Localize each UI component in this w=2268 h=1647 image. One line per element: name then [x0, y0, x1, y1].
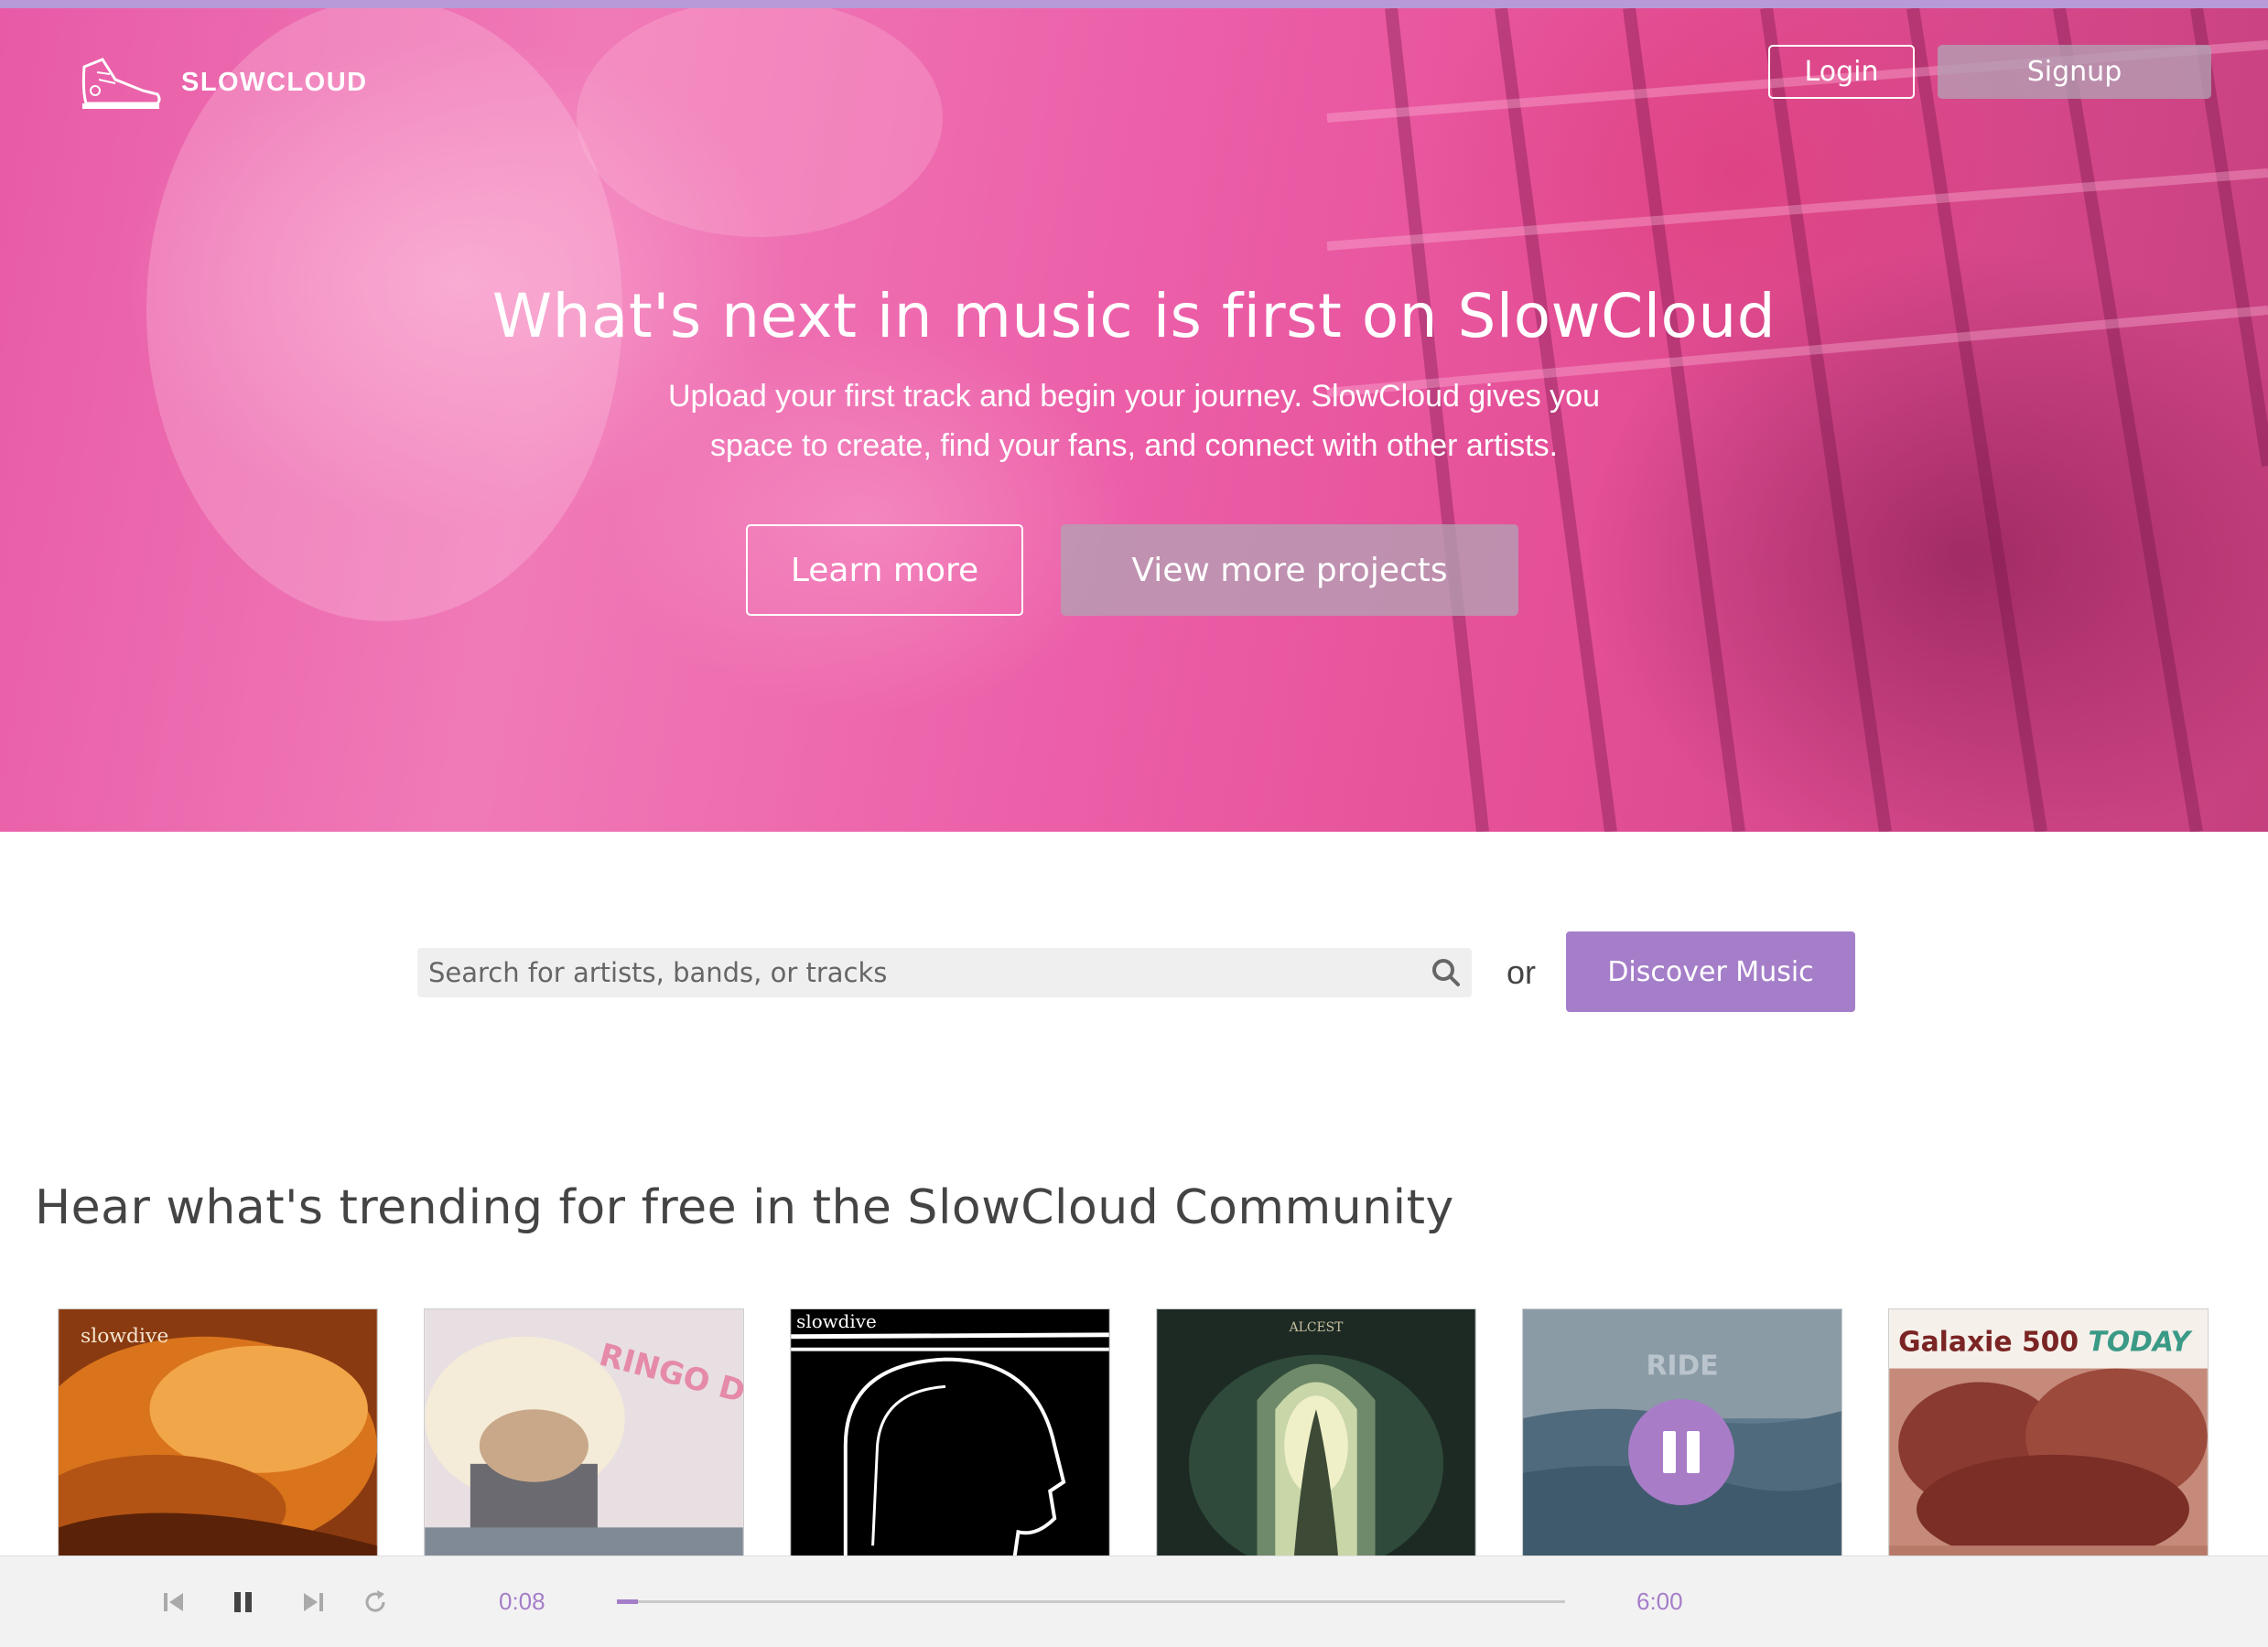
album-cover-slowdive[interactable]: slowdive — [790, 1308, 1110, 1574]
album-cover-slowdive-souvlaki[interactable]: slowdive — [58, 1308, 378, 1574]
album-cover-text: slowdive — [796, 1311, 877, 1332]
learn-more-button[interactable]: Learn more — [746, 524, 1023, 616]
brand-name: SLOWCLOUD — [181, 67, 368, 97]
album-cover-text: RIDE — [1646, 1351, 1718, 1383]
login-button[interactable]: Login — [1768, 45, 1915, 99]
signup-button[interactable]: Signup — [1938, 45, 2211, 99]
search-bar — [417, 947, 1472, 998]
hero-title: What's next in music is first on SlowClo… — [491, 281, 1777, 351]
pause-icon[interactable] — [227, 1556, 260, 1647]
album-cover-colour-trip[interactable]: RINGO DEATHSTARR COLOUR TRIP — [424, 1308, 744, 1574]
hero-banner: SLOWCLOUD Login Signup What's next in mu… — [0, 8, 2268, 832]
discover-music-button[interactable]: Discover Music — [1566, 931, 1855, 1012]
hero-subtitle-line-2: space to create, find your fans, and con… — [709, 428, 1559, 463]
progress-fill — [617, 1599, 638, 1604]
pause-icon[interactable] — [1628, 1399, 1734, 1505]
trending-section-title: Hear what's trending for free in the Slo… — [35, 1180, 1454, 1235]
progress-bar[interactable] — [617, 1599, 1565, 1604]
brand-logo[interactable]: SLOWCLOUD — [79, 54, 368, 111]
hero-subtitle: Upload your first track and begin your j… — [585, 371, 1683, 470]
album-cover-alcest[interactable]: ALCEST — [1156, 1308, 1476, 1574]
or-separator: or — [1507, 953, 1537, 991]
album-cover-galaxie-500-today[interactable]: Galaxie 500 TODAY — [1888, 1308, 2209, 1574]
search-icon[interactable] — [1430, 956, 1463, 989]
album-cover-text: Galaxie 500 — [1898, 1327, 2079, 1359]
next-track-icon[interactable] — [297, 1556, 329, 1647]
current-time: 0:08 — [499, 1588, 545, 1615]
search-input[interactable] — [417, 947, 1430, 998]
album-cover-text: slowdive — [81, 1325, 168, 1348]
top-accent-bar — [0, 0, 2268, 8]
previous-track-icon[interactable] — [157, 1556, 190, 1647]
album-cover-ride-nowhere[interactable]: RIDE — [1522, 1308, 1842, 1574]
repeat-icon[interactable] — [359, 1556, 392, 1647]
album-cover-text: TODAY — [2089, 1327, 2194, 1359]
sneaker-icon — [81, 58, 161, 109]
hero-subtitle-line-1: Upload your first track and begin your j… — [667, 379, 1600, 414]
total-time: 6:00 — [1636, 1588, 1683, 1615]
view-more-projects-button[interactable]: View more projects — [1061, 524, 1518, 616]
svg-text:Galaxie 500 TODAY: Galaxie 500 TODAY — [1898, 1327, 2193, 1359]
album-cover-text: ALCEST — [1289, 1320, 1345, 1335]
